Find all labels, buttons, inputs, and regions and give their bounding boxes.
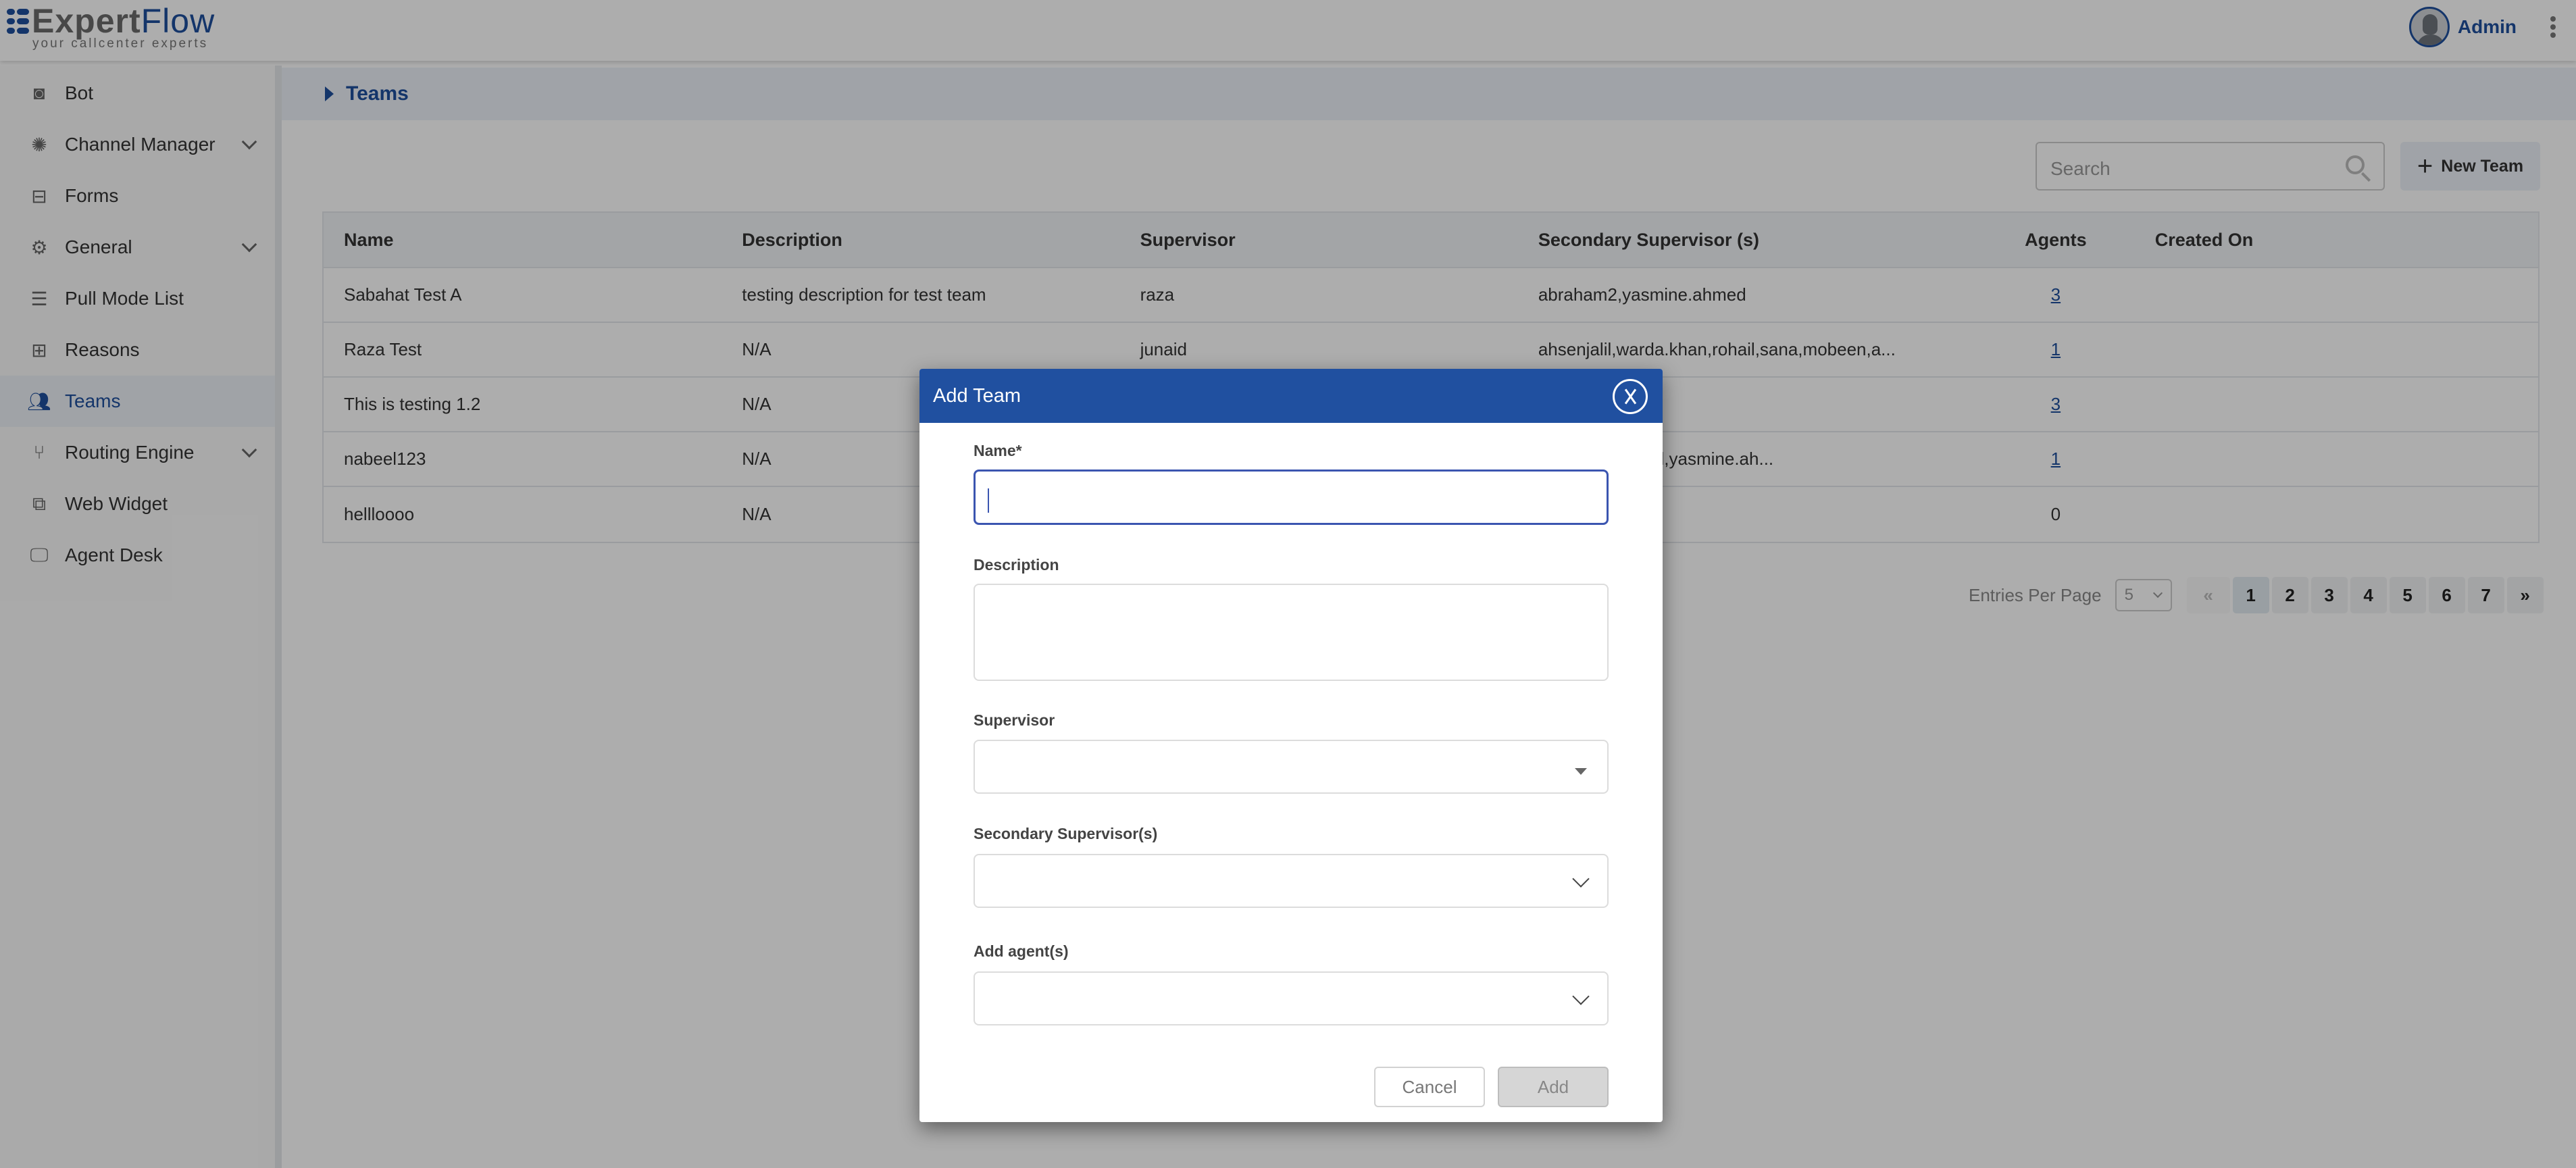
supervisor-select[interactable] [974, 740, 1609, 794]
dialog-title: Add Team [933, 384, 1021, 407]
description-field-wrapper [974, 584, 1609, 681]
text-cursor [988, 488, 989, 513]
description-field[interactable] [975, 585, 1607, 680]
close-icon[interactable] [1613, 379, 1648, 414]
name-label: Name* [974, 442, 1022, 459]
caret-down-icon [1575, 768, 1587, 775]
secondary-supervisor-select[interactable] [974, 854, 1609, 908]
secondary-supervisor-label: Secondary Supervisor(s) [974, 825, 1158, 842]
add-team-dialog: Add Team Name* Description Supervisor Se… [919, 369, 1663, 1122]
name-field[interactable] [976, 472, 1607, 523]
name-field-wrapper [974, 469, 1609, 525]
dialog-header: Add Team [919, 369, 1663, 423]
chevron-down-icon [1572, 870, 1590, 888]
supervisor-label: Supervisor [974, 711, 1055, 729]
cancel-button[interactable]: Cancel [1374, 1067, 1485, 1107]
add-agents-select[interactable] [974, 971, 1609, 1025]
chevron-down-icon [1572, 988, 1590, 1005]
add-agents-label: Add agent(s) [974, 942, 1069, 960]
add-button[interactable]: Add [1498, 1067, 1609, 1107]
description-label: Description [974, 556, 1059, 574]
